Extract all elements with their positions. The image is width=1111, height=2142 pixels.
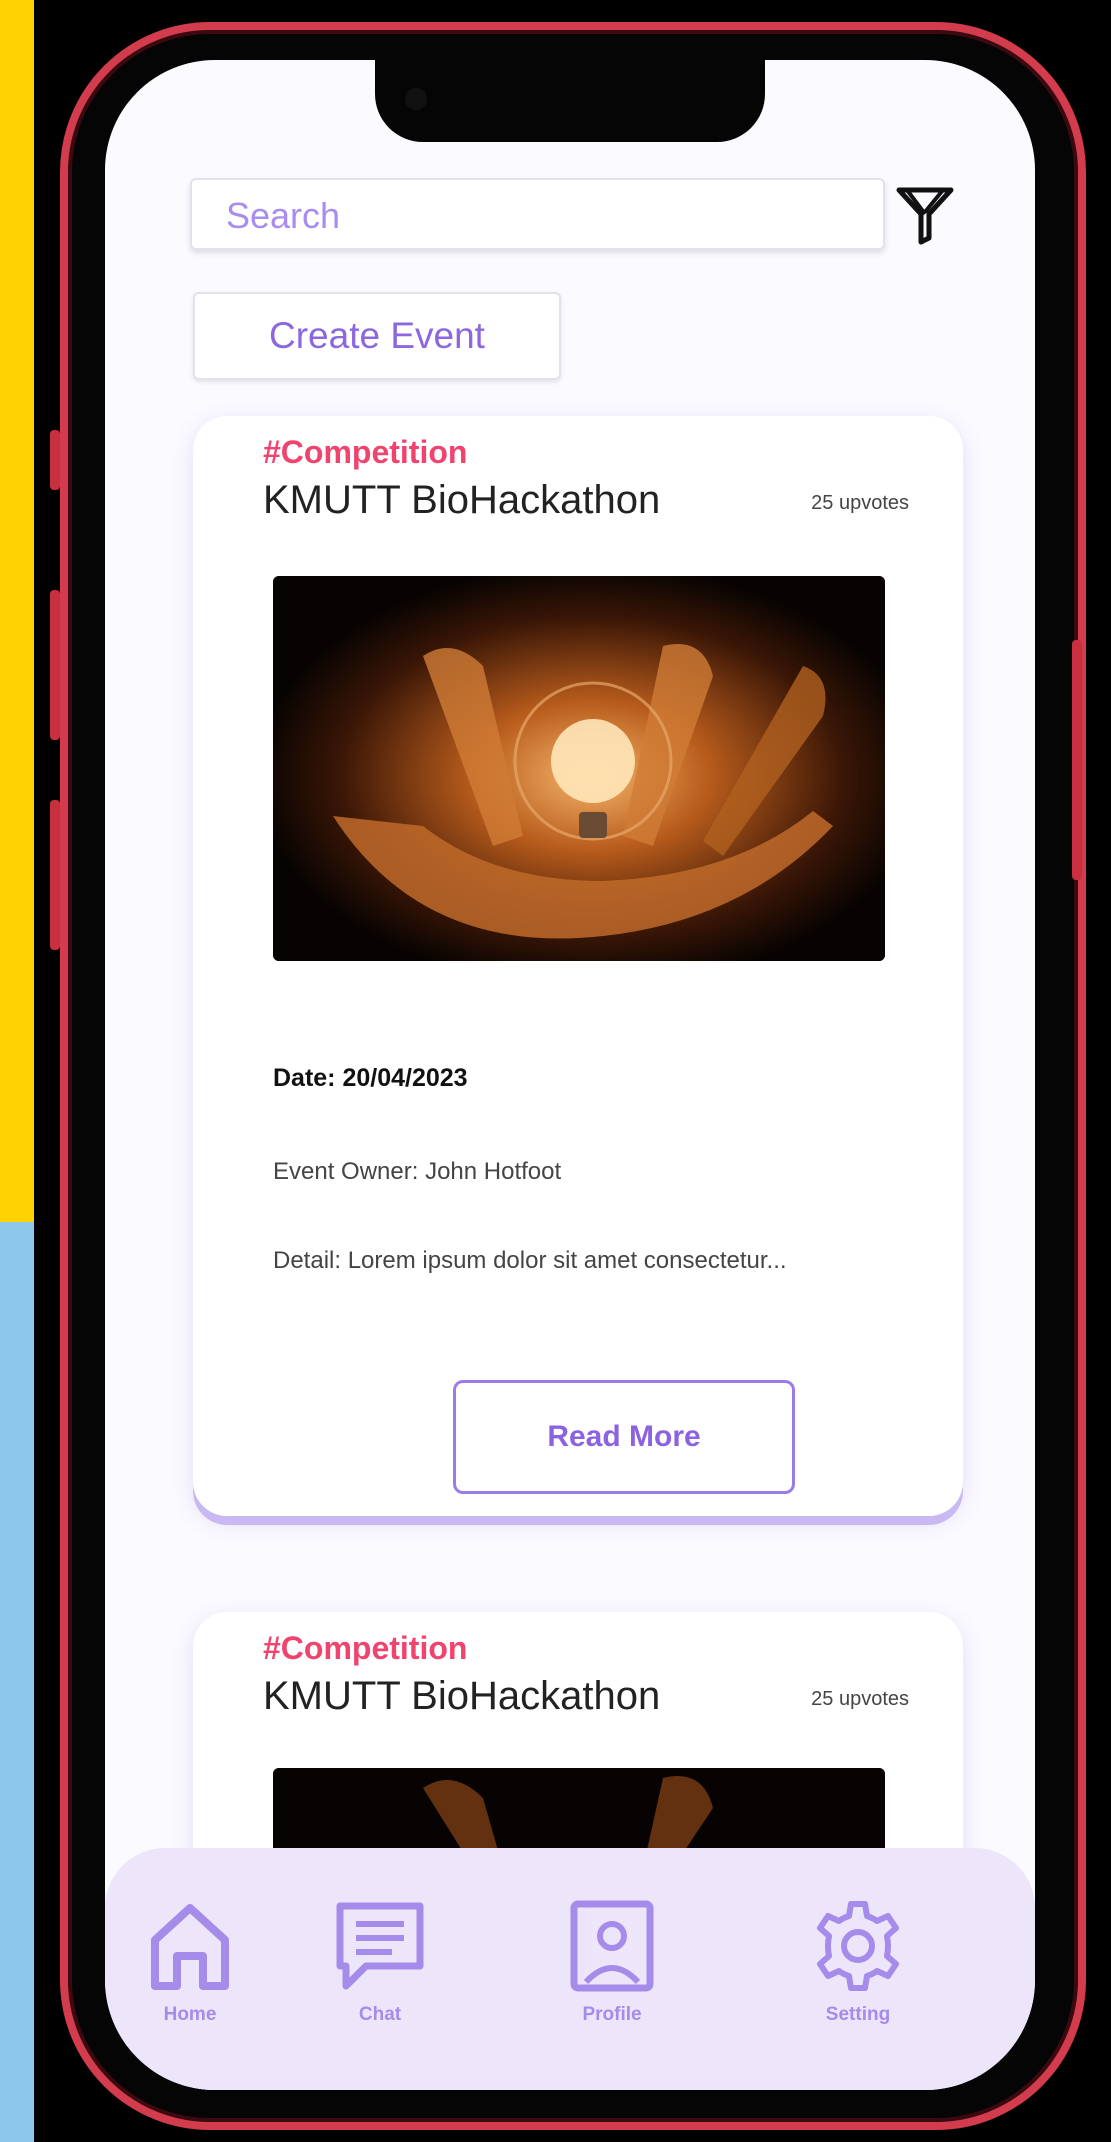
- create-event-button[interactable]: Create Event: [193, 292, 561, 380]
- nav-label-setting: Setting: [825, 2004, 891, 2025]
- phone-screen: Search Create Event #Competition KMUTT B…: [105, 60, 1035, 2090]
- home-icon: [151, 1904, 229, 1990]
- background-yellow-strip: [0, 0, 34, 1222]
- event-title: KMUTT BioHackathon: [263, 478, 661, 522]
- event-date: Date: 20/04/2023: [273, 1064, 468, 1092]
- upvote-count: 25 upvotes: [811, 1688, 909, 1710]
- event-image: [273, 576, 885, 961]
- notch: [375, 60, 765, 142]
- event-tag: #Competition: [263, 434, 468, 470]
- background-blue-strip: [0, 1222, 34, 2142]
- upvote-count: 25 upvotes: [811, 492, 909, 514]
- bottom-navigation: Home Chat Profile Setting: [105, 1848, 1035, 2090]
- nav-label-home: Home: [163, 2004, 217, 2025]
- nav-item-profile[interactable]: Profile: [537, 1898, 687, 2026]
- profile-icon: [570, 1900, 654, 1992]
- front-camera: [405, 88, 427, 110]
- nav-item-setting[interactable]: Setting: [783, 1898, 933, 2026]
- search-input[interactable]: Search: [190, 178, 885, 250]
- event-detail: Detail: Lorem ipsum dolor sit amet conse…: [273, 1247, 787, 1274]
- event-title: KMUTT BioHackathon: [263, 1674, 661, 1718]
- mute-switch: [50, 430, 60, 490]
- event-card: #Competition KMUTT BioHackathon 25 upvot…: [193, 416, 963, 1516]
- nav-label-profile: Profile: [582, 2004, 642, 2025]
- event-tag: #Competition: [263, 1630, 468, 1666]
- nav-label-chat: Chat: [358, 2004, 402, 2025]
- nav-item-chat[interactable]: Chat: [305, 1898, 455, 2026]
- nav-item-home[interactable]: Home: [115, 1898, 265, 2026]
- volume-up-button: [50, 590, 60, 740]
- chat-icon: [336, 1902, 424, 1990]
- read-more-button[interactable]: Read More: [453, 1380, 795, 1494]
- power-button: [1072, 640, 1082, 880]
- volume-down-button: [50, 800, 60, 950]
- filter-icon[interactable]: [895, 184, 955, 246]
- event-owner: Event Owner: John Hotfoot: [273, 1158, 562, 1185]
- gear-icon: [817, 1901, 899, 1991]
